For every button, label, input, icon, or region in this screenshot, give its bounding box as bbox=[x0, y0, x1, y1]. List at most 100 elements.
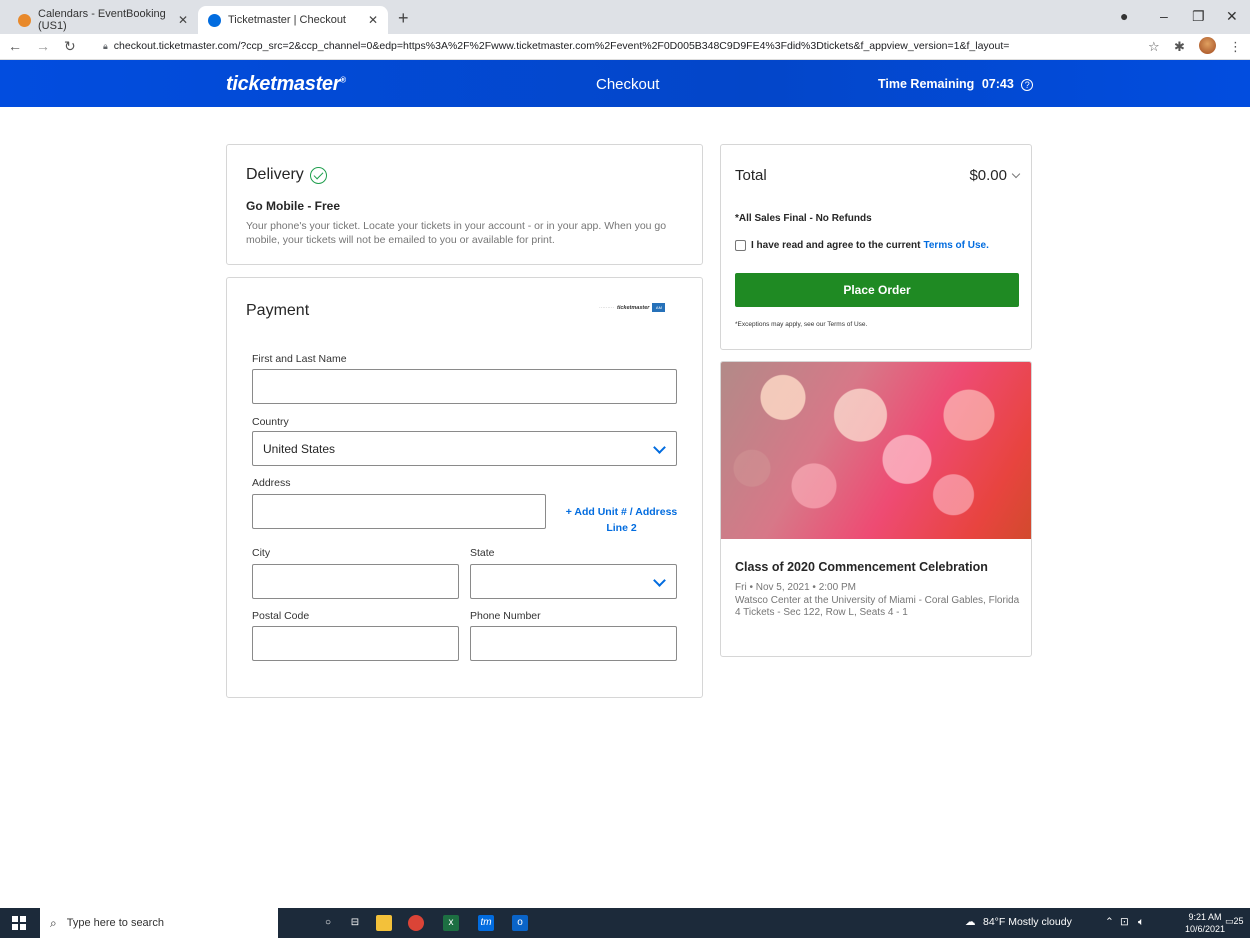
tab-ticketmaster-checkout[interactable]: Ticketmaster | Checkout ✕ bbox=[198, 6, 388, 34]
delivery-heading: Delivery bbox=[246, 166, 327, 184]
chevron-down-icon bbox=[1011, 169, 1021, 179]
delivery-card: Delivery Go Mobile - Free Your phone's y… bbox=[226, 144, 703, 265]
total-label: Total bbox=[735, 167, 767, 184]
time-label: Time Remaining bbox=[878, 77, 975, 91]
delivery-description: Your phone's your ticket. Locate your ti… bbox=[246, 220, 667, 246]
tab-calendars[interactable]: Calendars - EventBooking (US1) ✕ bbox=[8, 6, 198, 34]
time-remaining: Time Remaining 07:43 ? bbox=[878, 77, 1034, 91]
windows-start-icon[interactable] bbox=[12, 916, 26, 930]
country-select[interactable]: United States bbox=[252, 431, 677, 466]
address-bar: ← → ↻ 🔒︎ checkout.ticketmaster.com/?ccp_s… bbox=[0, 34, 1250, 60]
amex-card-icon: AM bbox=[652, 303, 666, 312]
event-venue: Watsco Center at the University of Miami… bbox=[735, 594, 1020, 606]
name-label: First and Last Name bbox=[252, 353, 347, 365]
delivery-method: Go Mobile - Free bbox=[246, 199, 341, 213]
time-value: 07:43 bbox=[981, 77, 1014, 91]
order-total-card: Total $0.00 *All Sales Final - No Refund… bbox=[720, 144, 1032, 350]
state-select[interactable] bbox=[470, 564, 677, 599]
terms-agreement: I have read and agree to the current Ter… bbox=[735, 240, 989, 251]
url-text: checkout.ticketmaster.com/?ccp_src=2&ccp… bbox=[113, 40, 1010, 52]
place-order-button[interactable]: Place Order bbox=[735, 273, 1019, 307]
restore-icon[interactable]: ❐ bbox=[1192, 8, 1205, 25]
page-title: Checkout bbox=[596, 76, 660, 93]
os-taskbar: ⌕ Type here to search ○ ⊟ x tm o ☁ 84°F … bbox=[0, 908, 1250, 938]
ticketmaster-logo[interactable]: ticketmaster® bbox=[226, 73, 346, 96]
network-icon[interactable]: ⊡ bbox=[1120, 916, 1129, 928]
exceptions-note: *Exceptions may apply, see our Terms of … bbox=[735, 321, 868, 328]
country-label: Country bbox=[252, 416, 289, 428]
postal-label: Postal Code bbox=[252, 610, 310, 622]
total-value-toggle[interactable]: $0.00 bbox=[969, 167, 1021, 184]
phone-label: Phone Number bbox=[470, 610, 541, 622]
weather-cloud-icon[interactable]: ☁ bbox=[965, 916, 976, 928]
chrome-icon[interactable] bbox=[408, 915, 424, 931]
back-icon[interactable]: ← bbox=[8, 38, 22, 54]
ticketmaster-small-logo: ticketmaster bbox=[617, 304, 650, 311]
check-circle-icon bbox=[309, 166, 327, 184]
menu-icon[interactable]: ⋮ bbox=[1229, 39, 1242, 55]
name-input[interactable] bbox=[252, 369, 677, 404]
event-details: Fri • Nov 5, 2021 • 2:00 PM Watsco Cente… bbox=[735, 582, 1025, 620]
site-header: ticketmaster® Checkout Time Remaining 07… bbox=[0, 60, 1250, 107]
clock-date: 10/6/2021 bbox=[1185, 924, 1226, 934]
city-label: City bbox=[252, 547, 271, 559]
city-input[interactable] bbox=[252, 564, 459, 599]
event-summary-card: Class of 2020 Commencement Celebration F… bbox=[720, 361, 1032, 657]
eventbooking-favicon-icon bbox=[18, 13, 31, 27]
weather-text[interactable]: 84°F Mostly cloudy bbox=[983, 916, 1072, 928]
event-title: Class of 2020 Commencement Celebration bbox=[735, 560, 988, 574]
system-clock[interactable]: 9:21 AM 10/6/2021 bbox=[1185, 911, 1225, 935]
taskbar-search[interactable]: ⌕ Type here to search bbox=[40, 908, 278, 938]
close-tab-icon[interactable]: ✕ bbox=[368, 13, 378, 27]
minimize-icon[interactable]: – bbox=[1160, 8, 1168, 24]
search-placeholder: Type here to search bbox=[66, 917, 164, 929]
country-value: United States bbox=[263, 442, 336, 456]
new-tab-icon[interactable]: + bbox=[398, 8, 409, 29]
lock-icon: 🔒︎ bbox=[103, 41, 108, 51]
search-icon: ⌕ bbox=[50, 915, 57, 930]
address-label: Address bbox=[252, 477, 291, 489]
browser-tab-bar: Calendars - EventBooking (US1) ✕ Ticketm… bbox=[0, 0, 1250, 34]
total-value: $0.00 bbox=[969, 167, 1007, 184]
clock-time: 9:21 AM bbox=[1188, 912, 1222, 922]
event-tickets: 4 Tickets - Sec 122, Row L, Seats 4 - 1 bbox=[735, 607, 908, 618]
ticketmaster-favicon-icon bbox=[208, 13, 221, 27]
tab-title: Calendars - EventBooking (US1) bbox=[38, 8, 166, 32]
extensions-icon[interactable]: ✱ bbox=[1174, 39, 1185, 55]
file-explorer-icon[interactable] bbox=[376, 915, 392, 931]
close-window-icon[interactable]: ✕ bbox=[1226, 8, 1238, 25]
close-tab-icon[interactable]: ✕ bbox=[178, 13, 188, 27]
notification-icon[interactable]: ▭25 bbox=[1225, 916, 1244, 927]
terms-checkbox[interactable] bbox=[735, 240, 746, 251]
postal-code-input[interactable] bbox=[252, 626, 459, 661]
terms-of-use-link[interactable]: Terms of Use. bbox=[924, 240, 989, 251]
tray-chevron-icon[interactable]: ⌃ bbox=[1105, 916, 1114, 928]
sales-final-notice: *All Sales Final - No Refunds bbox=[735, 213, 872, 224]
cortana-icon[interactable]: ○ bbox=[320, 915, 336, 931]
task-view-icon[interactable]: ⊟ bbox=[347, 915, 363, 931]
address-input[interactable] bbox=[252, 494, 546, 529]
chevron-down-icon bbox=[653, 441, 666, 454]
tab-title: Ticketmaster | Checkout bbox=[228, 14, 346, 26]
ticketmaster-app-icon[interactable]: tm bbox=[478, 915, 494, 931]
reload-icon[interactable]: ↻ bbox=[64, 38, 76, 55]
help-icon[interactable]: ? bbox=[1021, 79, 1034, 91]
event-image bbox=[721, 362, 1031, 539]
payment-card: Payment ········· ticketmaster AM First … bbox=[226, 277, 703, 698]
bookmark-star-icon[interactable]: ☆ bbox=[1148, 39, 1160, 55]
phone-number-input[interactable] bbox=[470, 626, 677, 661]
outlook-icon[interactable]: o bbox=[512, 915, 528, 931]
volume-icon[interactable]: 🔈︎ bbox=[1138, 916, 1144, 929]
agree-text: I have read and agree to the current bbox=[751, 240, 921, 251]
forward-icon[interactable]: → bbox=[36, 38, 50, 54]
url-field[interactable]: 🔒︎ checkout.ticketmaster.com/?ccp_src=2&c… bbox=[103, 40, 1009, 52]
profile-dot-icon[interactable]: ● bbox=[1120, 8, 1128, 24]
profile-avatar[interactable] bbox=[1199, 37, 1216, 54]
excel-icon[interactable]: x bbox=[443, 915, 459, 931]
payment-title: Payment bbox=[246, 302, 310, 319]
chevron-down-icon bbox=[653, 574, 666, 587]
payment-brand-logos: ········· ticketmaster AM bbox=[599, 303, 666, 312]
add-unit-link[interactable]: + Add Unit # / Address Line 2 bbox=[559, 504, 684, 536]
delivery-title: Delivery bbox=[246, 166, 304, 183]
event-date: Fri • Nov 5, 2021 • 2:00 PM bbox=[735, 582, 856, 593]
